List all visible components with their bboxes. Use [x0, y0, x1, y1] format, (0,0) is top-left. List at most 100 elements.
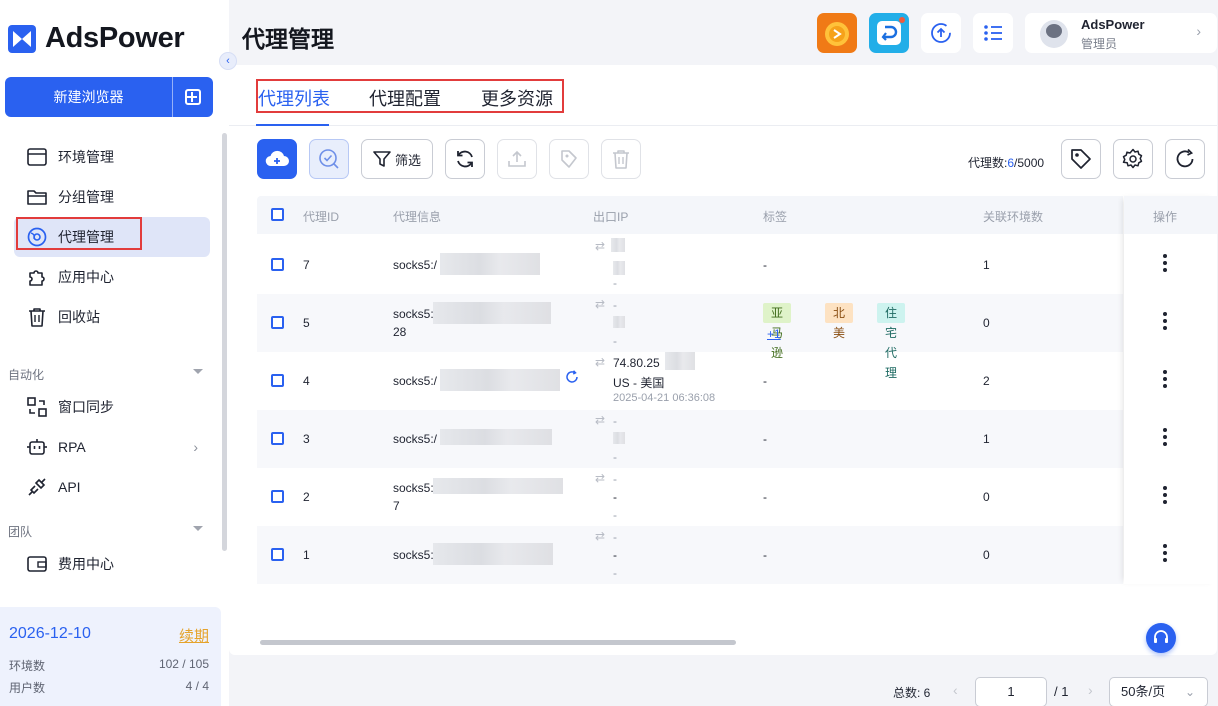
sidebar-item-window-sync[interactable]: 窗口同步: [14, 387, 210, 427]
next-page-chevron-icon[interactable]: ›: [1088, 682, 1093, 698]
task-list-button[interactable]: [973, 13, 1013, 53]
plug-icon: [26, 476, 48, 498]
user-usage-value: 4 / 4: [185, 679, 209, 693]
sidebar-item-label: 费用中心: [58, 556, 114, 572]
recheck-icon[interactable]: [565, 370, 579, 387]
row-checkbox[interactable]: [271, 432, 284, 445]
sidebar-item-environments[interactable]: 环境管理: [14, 137, 210, 177]
sidebar-scrollbar[interactable]: [222, 133, 227, 551]
sidebar-item-billing[interactable]: 费用中心: [14, 544, 210, 584]
robot-icon: [26, 436, 48, 458]
row-menu-kebab-icon[interactable]: [1163, 254, 1167, 275]
table-row[interactable]: 5 socks5: 28 ⇄ - - 亚马逊 北美 住宅代理 +1 0: [257, 294, 1123, 380]
row-menu-kebab-icon[interactable]: [1163, 428, 1167, 449]
new-browser-button[interactable]: 新建浏览器: [5, 77, 213, 117]
exit-ip: 74.80.25: [613, 356, 660, 370]
column-header-tags[interactable]: 标签: [763, 208, 787, 225]
app-logo[interactable]: AdsPower: [8, 22, 185, 55]
swap-arrows-icon: ⇄: [595, 529, 606, 543]
renew-link[interactable]: 续期: [179, 625, 209, 646]
sidebar-item-rpa[interactable]: RPA ›: [14, 427, 210, 467]
sidebar-item-label: 窗口同步: [58, 399, 114, 415]
avatar: [1040, 20, 1068, 48]
swap-arrows-icon: ⇄: [595, 239, 606, 253]
column-header-linked-envs[interactable]: 关联环境数: [983, 208, 1043, 225]
table-row[interactable]: 1 socks5: ⇄ - - - - 0: [257, 526, 1123, 584]
row-menu-kebab-icon[interactable]: [1163, 370, 1167, 391]
sidebar-item-api[interactable]: API: [14, 467, 210, 507]
user-menu[interactable]: AdsPower 管理员 ›: [1025, 13, 1217, 53]
customer-support-button[interactable]: [1146, 623, 1176, 653]
proxy-id: 4: [303, 374, 310, 388]
prev-page-chevron-icon[interactable]: ‹: [953, 682, 958, 698]
row-menu-kebab-icon[interactable]: [1163, 312, 1167, 333]
proxy-count: 代理数:6/5000: [968, 154, 1044, 171]
table-row[interactable]: 2 socks5: 7 ⇄ - - - - 0: [257, 468, 1123, 526]
table-row[interactable]: 7 socks5:/ ⇄ - - 1: [257, 236, 1123, 294]
refresh-proxies-button[interactable]: [445, 139, 485, 179]
trash-icon: [613, 150, 629, 169]
table-row[interactable]: 4 socks5:/ ⇄ 74.80.25 US - 美国 2025-04-21…: [257, 352, 1123, 410]
exit-ip-date: -: [613, 334, 617, 348]
linked-env-count: 0: [983, 316, 990, 330]
column-header-info[interactable]: 代理信息: [393, 208, 441, 225]
exit-ip-date: -: [613, 276, 617, 290]
page-title: 代理管理: [242, 26, 334, 52]
logo-text: AdsPower: [45, 22, 185, 54]
page-size-select[interactable]: 50条/页 ⌄: [1109, 677, 1208, 706]
row-menu-kebab-icon[interactable]: [1163, 486, 1167, 507]
row-checkbox[interactable]: [271, 490, 284, 503]
table-row[interactable]: 3 socks5:/ ⇄ - - - 1: [257, 410, 1123, 468]
upload-tray-icon: [508, 150, 526, 167]
batch-create-button[interactable]: [173, 77, 213, 117]
more-tags-link[interactable]: +1: [767, 327, 781, 341]
puzzle-icon: [26, 266, 48, 288]
sync-upload-button[interactable]: [921, 13, 961, 53]
wallet-icon: [26, 553, 48, 575]
redacted-host: [433, 302, 551, 324]
check-proxy-button[interactable]: [309, 139, 349, 179]
row-checkbox[interactable]: [271, 548, 284, 561]
chevron-down-icon: ⌄: [1184, 685, 1195, 699]
active-tab-indicator: [256, 124, 329, 126]
page-number-input[interactable]: 1: [975, 677, 1047, 706]
section-label: 自动化: [8, 368, 45, 382]
sidebar-item-proxies[interactable]: 代理管理: [14, 217, 210, 257]
sidebar-item-recycle-bin[interactable]: 回收站: [14, 297, 210, 337]
filter-button[interactable]: 筛选: [361, 139, 433, 179]
delete-button[interactable]: [601, 139, 641, 179]
chevron-right-icon: ›: [193, 439, 198, 455]
column-header-id[interactable]: 代理ID: [303, 208, 339, 225]
select-all-checkbox[interactable]: [271, 208, 284, 221]
add-proxy-button[interactable]: [257, 139, 297, 179]
tag-chip[interactable]: 住宅代理: [877, 303, 906, 380]
tag-chip[interactable]: 亚马逊: [763, 303, 792, 360]
row-checkbox[interactable]: [271, 258, 284, 271]
column-header-actions-label: 操作: [1153, 210, 1178, 224]
refresh-icon: [1176, 148, 1194, 168]
collapse-sidebar-button[interactable]: ‹: [219, 52, 237, 70]
page-count: / 1: [1054, 684, 1069, 699]
redacted-host: [433, 543, 553, 565]
tutorial-button[interactable]: [869, 13, 909, 53]
row-checkbox[interactable]: [271, 374, 284, 387]
export-button[interactable]: [497, 139, 537, 179]
section-automation[interactable]: 自动化: [8, 366, 203, 383]
trash-icon: [26, 306, 48, 328]
settings-button[interactable]: [1113, 139, 1153, 179]
sidebar-item-app-center[interactable]: 应用中心: [14, 257, 210, 297]
tag-manage-button[interactable]: [1061, 139, 1101, 179]
new-browser-label[interactable]: 新建浏览器: [5, 77, 172, 117]
sidebar-item-groups[interactable]: 分组管理: [14, 177, 210, 217]
rewards-button[interactable]: [817, 13, 857, 53]
proxy-info-line2: 28: [393, 325, 407, 339]
row-checkbox[interactable]: [271, 316, 284, 329]
section-team[interactable]: 团队: [8, 523, 203, 540]
column-header-exit-ip[interactable]: 出口IP: [593, 208, 628, 225]
tag-edit-button[interactable]: [549, 139, 589, 179]
tag-chip[interactable]: 北美: [825, 303, 854, 340]
table-horizontal-scrollbar[interactable]: [260, 640, 736, 645]
reload-button[interactable]: [1165, 139, 1205, 179]
row-menu-kebab-icon[interactable]: [1163, 544, 1167, 565]
swap-arrows-icon: ⇄: [595, 355, 606, 369]
